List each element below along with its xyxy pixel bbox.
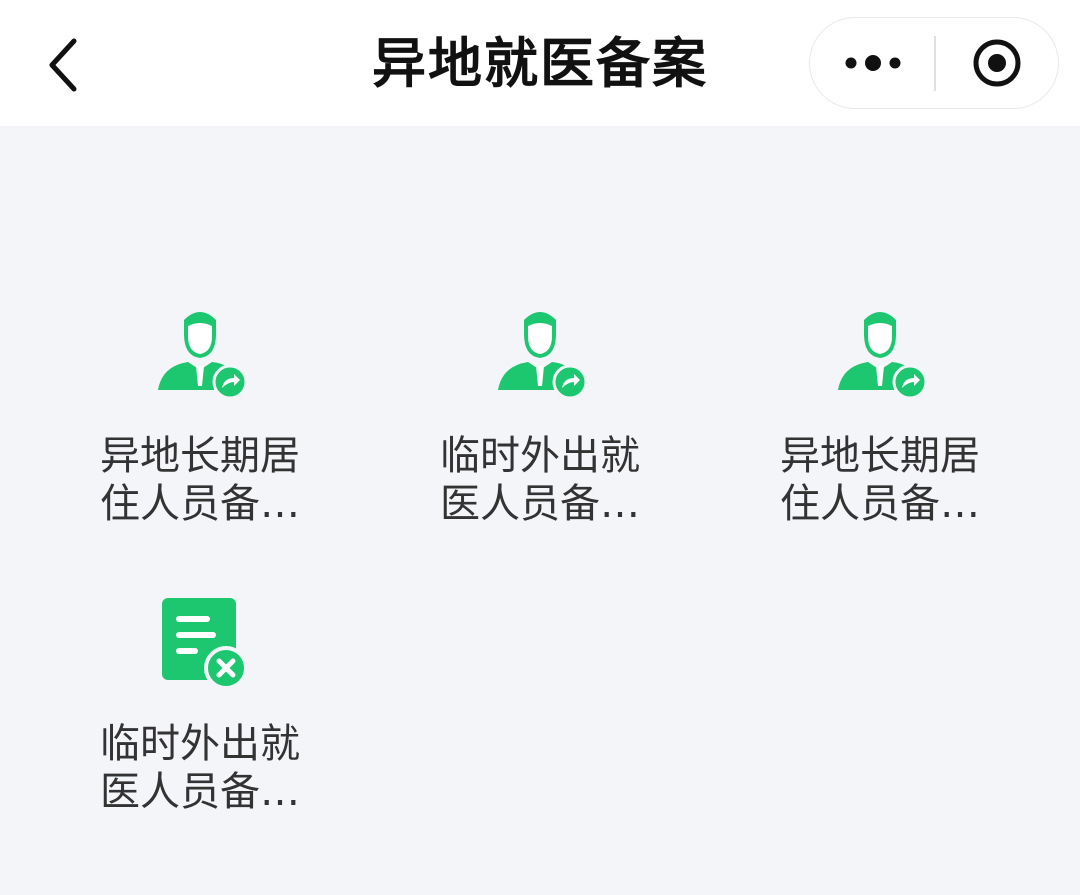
grid-item-label: 异地长期居 住人员备…	[780, 433, 980, 527]
person-share-icon	[158, 312, 248, 400]
close-button[interactable]	[936, 18, 1058, 107]
navigation-bar: 异地就医备案	[0, 0, 1080, 126]
person-share-icon	[838, 312, 928, 400]
grid-item-long-term-residence[interactable]: 异地长期居 住人员备…	[70, 300, 330, 540]
grid-item-cancel-temporary-outing[interactable]: 临时外出就 医人员备…	[70, 592, 330, 832]
record-circle-icon	[973, 39, 1021, 86]
more-button[interactable]	[810, 18, 935, 107]
grid-item-label: 临时外出就 医人员备…	[440, 433, 640, 527]
grid-item-temporary-outing[interactable]: 临时外出就 医人员备…	[410, 300, 670, 540]
more-dots-icon	[845, 54, 900, 71]
grid-item-long-term-residence-2[interactable]: 异地长期居 住人员备…	[750, 300, 1010, 540]
grid-item-label: 临时外出就 医人员备…	[100, 721, 300, 815]
person-share-icon	[498, 312, 588, 400]
grid-item-label: 异地长期居 住人员备…	[100, 433, 300, 527]
document-cancel-icon	[162, 598, 248, 690]
mini-program-capsule	[809, 17, 1059, 109]
